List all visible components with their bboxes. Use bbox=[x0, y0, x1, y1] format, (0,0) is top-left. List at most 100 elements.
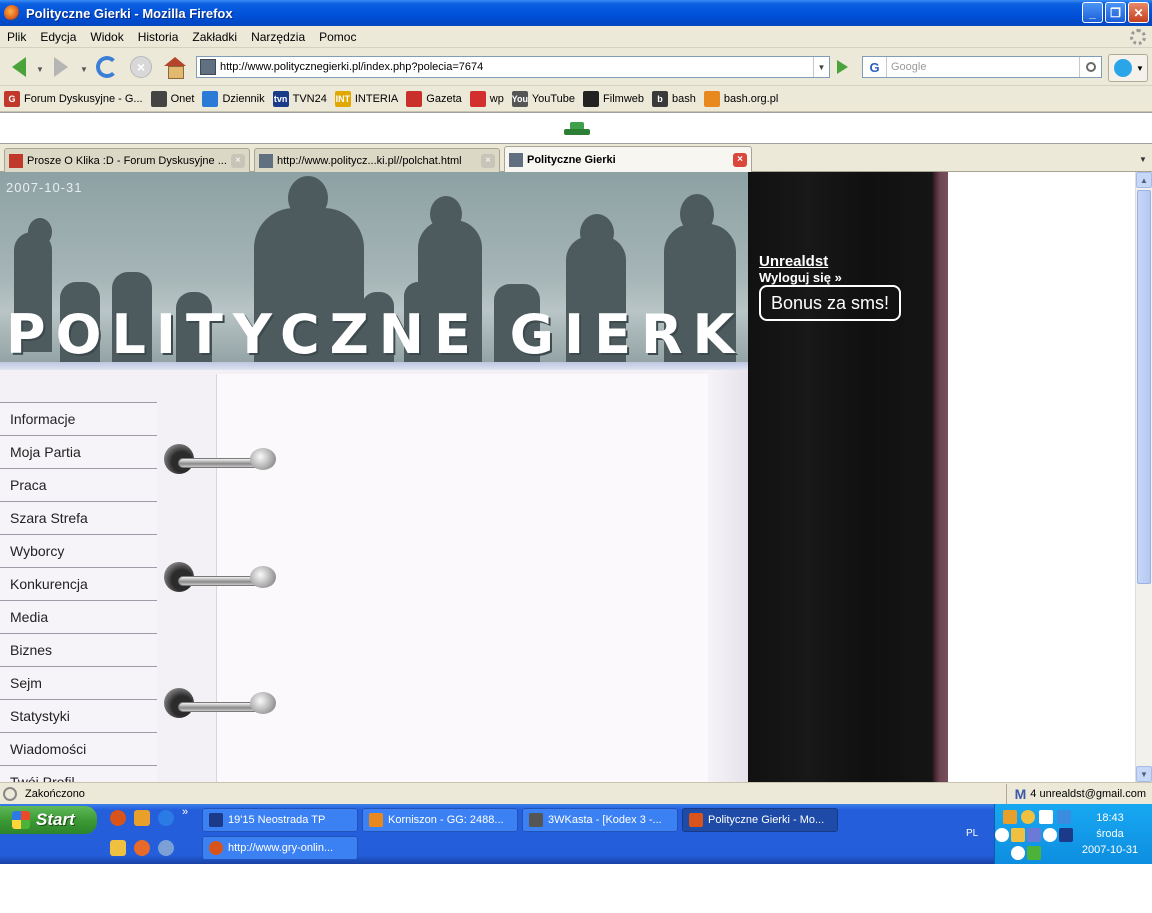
menu-narzedzia[interactable]: Narzędzia bbox=[244, 30, 312, 44]
bonus-sms-button[interactable]: Bonus za sms! bbox=[759, 285, 901, 321]
side-menu-item[interactable]: Moja Partia bbox=[0, 435, 157, 468]
network-quicklaunch-icon[interactable] bbox=[158, 840, 174, 856]
tray-app-icon[interactable] bbox=[1021, 810, 1035, 824]
side-menu-item[interactable]: Informacje bbox=[0, 402, 157, 435]
taskbar-clock[interactable]: 18:43 środa 2007-10-31 bbox=[1073, 810, 1147, 858]
menu-plik[interactable]: Plik bbox=[0, 30, 33, 44]
reload-icon bbox=[96, 56, 118, 78]
side-menu-item[interactable]: Praca bbox=[0, 468, 157, 501]
bookmark-item[interactable]: INT INTERIA bbox=[334, 90, 398, 107]
tray-app-icon[interactable] bbox=[1011, 846, 1025, 860]
menu-edycja[interactable]: Edycja bbox=[33, 30, 83, 44]
taskbar-window-button[interactable]: http://www.gry-onlin... bbox=[202, 836, 358, 860]
tab-polityczne-gierki[interactable]: Polityczne Gierki × bbox=[504, 146, 752, 172]
site-favicon bbox=[509, 152, 523, 167]
menu-widok[interactable]: Widok bbox=[83, 30, 130, 44]
menu-historia[interactable]: Historia bbox=[131, 30, 186, 44]
search-input[interactable]: Google bbox=[887, 61, 1079, 73]
taskbar-window-button[interactable]: Polityczne Gierki - Mo... bbox=[682, 808, 838, 832]
close-button[interactable]: ✕ bbox=[1128, 2, 1149, 23]
bookmark-item[interactable]: Gazeta bbox=[406, 90, 462, 107]
media-quicklaunch-icon[interactable] bbox=[134, 810, 150, 826]
quicklaunch-overflow-icon[interactable]: » bbox=[182, 806, 188, 818]
url-history-dropdown[interactable]: ▼ bbox=[813, 57, 829, 77]
menu-pomoc[interactable]: Pomoc bbox=[312, 30, 363, 44]
tray-expand-icon[interactable] bbox=[995, 828, 1009, 842]
maximize-button[interactable]: ❐ bbox=[1105, 2, 1126, 23]
tray-panda-icon[interactable] bbox=[1043, 828, 1057, 842]
side-menu-item[interactable]: Sejm bbox=[0, 666, 157, 699]
tray-app-icon[interactable] bbox=[1057, 810, 1071, 824]
tab-list-dropdown[interactable]: ▼ bbox=[1134, 148, 1152, 170]
window-title-bar[interactable]: Polityczne Gierki - Mozilla Firefox _ ❐ … bbox=[0, 0, 1152, 26]
bookmark-item[interactable]: Dziennik bbox=[202, 90, 265, 107]
back-button[interactable] bbox=[6, 54, 32, 80]
search-bar[interactable]: G Google bbox=[862, 56, 1102, 78]
tab-forum[interactable]: Prosze O Klika :D - Forum Dyskusyjne ...… bbox=[4, 148, 250, 172]
bookmark-label: bash bbox=[672, 92, 696, 105]
side-menu-item[interactable]: Wyborcy bbox=[0, 534, 157, 567]
tray-tp-icon[interactable] bbox=[1059, 828, 1073, 842]
search-button[interactable] bbox=[1079, 57, 1101, 77]
tray-network-icon[interactable] bbox=[1027, 828, 1041, 842]
tray-msn-icon[interactable] bbox=[1027, 846, 1041, 860]
bookmark-item[interactable]: b bash bbox=[652, 90, 696, 107]
google-engine-icon[interactable]: G bbox=[863, 57, 887, 77]
side-menu-item[interactable]: Statystyki bbox=[0, 699, 157, 732]
skype-toolbar-button[interactable]: ▼ bbox=[1108, 54, 1148, 82]
side-menu-item[interactable]: Twój Profil bbox=[0, 765, 157, 782]
taskbar-window-button[interactable]: 3WKasta - [Kodex 3 -... bbox=[522, 808, 678, 832]
bookmark-item[interactable]: Filmweb bbox=[583, 90, 644, 107]
gmail-notifier[interactable]: M 4 unrealdst@gmail.com bbox=[1005, 783, 1152, 804]
forward-history-dropdown[interactable]: ▼ bbox=[80, 65, 88, 74]
tab-polchat[interactable]: http://www.politycz...ki.pl//polchat.htm… bbox=[254, 148, 500, 172]
scroll-down-button[interactable]: ▼ bbox=[1136, 766, 1152, 782]
side-menu-item[interactable]: Media bbox=[0, 600, 157, 633]
menu-zakladki[interactable]: Zakładki bbox=[185, 30, 244, 44]
site-logo[interactable]: POLITYCZNE GIERKI bbox=[6, 308, 748, 362]
stop-button[interactable]: × bbox=[128, 54, 154, 80]
winamp-quicklaunch-icon[interactable] bbox=[110, 840, 126, 856]
side-menu-item[interactable]: Konkurencja bbox=[0, 567, 157, 600]
globe-icon bbox=[202, 90, 219, 107]
url-text[interactable]: http://www.politycznegierki.pl/index.php… bbox=[220, 61, 813, 73]
bookmark-item[interactable]: Onet bbox=[150, 90, 194, 107]
reload-button[interactable] bbox=[94, 54, 120, 80]
tray-security-icon[interactable] bbox=[1011, 828, 1025, 842]
tray-app-icon[interactable] bbox=[1039, 810, 1053, 824]
start-button[interactable]: Start bbox=[0, 806, 97, 834]
plugin-icon[interactable] bbox=[564, 122, 590, 136]
back-arrow-icon bbox=[12, 57, 26, 77]
bookmark-item[interactable]: You YouTube bbox=[512, 90, 575, 107]
side-menu-item[interactable]: Wiadomości bbox=[0, 732, 157, 765]
gg-quicklaunch-icon[interactable] bbox=[134, 840, 150, 856]
username-link[interactable]: Unrealdst bbox=[759, 253, 828, 270]
back-history-dropdown[interactable]: ▼ bbox=[36, 65, 44, 74]
windows-taskbar: Start » PL 18:43 środa 2007-10-31 19'15 … bbox=[0, 804, 1152, 864]
bookmark-item[interactable]: bash.org.pl bbox=[703, 90, 778, 107]
vertical-scrollbar[interactable]: ▲ ▼ bbox=[1135, 172, 1152, 782]
bookmark-item[interactable]: tvn TVN24 bbox=[272, 90, 327, 107]
scroll-up-button[interactable]: ▲ bbox=[1136, 172, 1152, 188]
scrollbar-thumb[interactable] bbox=[1137, 190, 1151, 584]
side-menu-item[interactable]: Szara Strefa bbox=[0, 501, 157, 534]
minimize-button[interactable]: _ bbox=[1082, 2, 1103, 23]
language-indicator[interactable]: PL bbox=[966, 828, 978, 839]
taskbar-window-button[interactable]: Korniszon - GG: 2488... bbox=[362, 808, 518, 832]
firefox-quicklaunch-icon[interactable] bbox=[110, 810, 126, 826]
ie-quicklaunch-icon[interactable] bbox=[158, 810, 174, 826]
side-menu-item[interactable]: Biznes bbox=[0, 633, 157, 666]
bookmark-item[interactable]: G Forum Dyskusyjne - G... bbox=[4, 90, 143, 107]
tray-app-icon[interactable] bbox=[1003, 810, 1017, 824]
forward-button[interactable] bbox=[48, 54, 74, 80]
home-button[interactable] bbox=[162, 54, 188, 80]
tab-close-icon[interactable]: × bbox=[481, 153, 495, 168]
tab-close-icon[interactable]: × bbox=[733, 152, 747, 167]
logout-link[interactable]: Wyloguj się » bbox=[759, 270, 842, 285]
tab-close-icon[interactable]: × bbox=[231, 153, 245, 168]
window-title: Polityczne Gierki - Mozilla Firefox bbox=[26, 5, 233, 21]
taskbar-window-button[interactable]: 19'15 Neostrada TP bbox=[202, 808, 358, 832]
bookmark-item[interactable]: wp bbox=[469, 90, 504, 107]
go-button[interactable] bbox=[832, 58, 852, 76]
address-bar[interactable]: http://www.politycznegierki.pl/index.php… bbox=[196, 56, 830, 78]
